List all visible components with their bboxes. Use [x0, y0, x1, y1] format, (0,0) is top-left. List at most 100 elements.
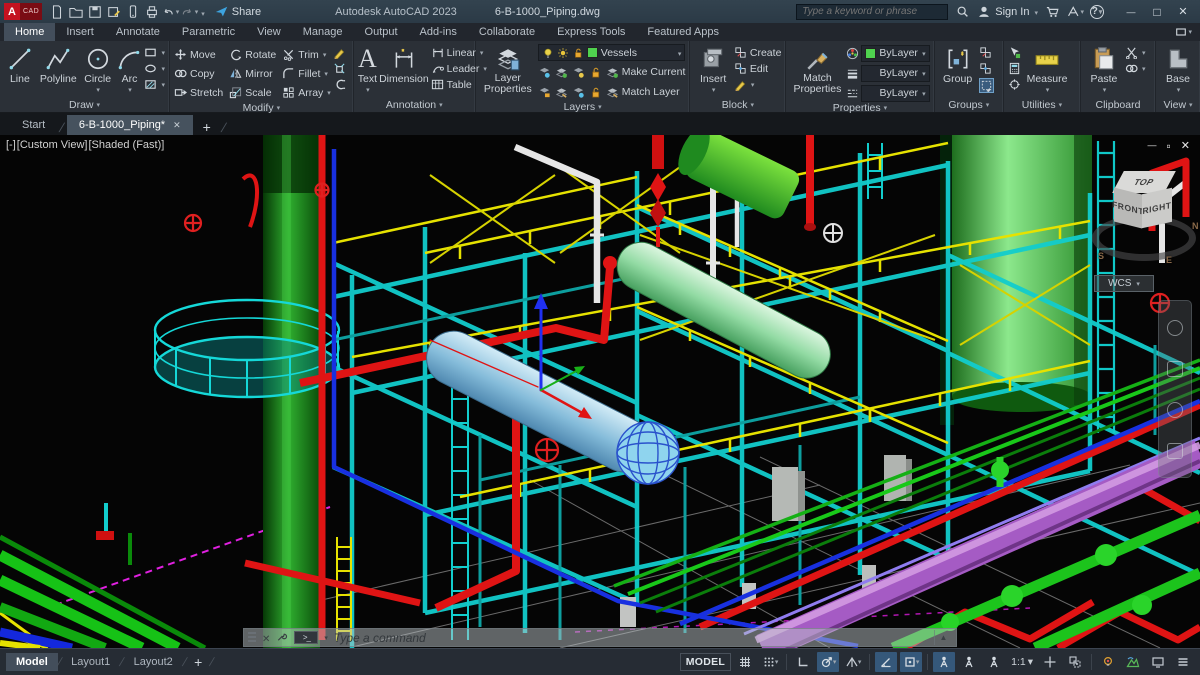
layer-lock-icon[interactable] — [589, 86, 602, 99]
paste-button[interactable]: Paste — [1085, 44, 1123, 94]
wcs-dropdown[interactable]: WCS — [1094, 275, 1154, 292]
array-button[interactable]: Array — [282, 86, 331, 99]
panel-caption-utilities[interactable]: Utilities — [1004, 98, 1080, 112]
arc-button[interactable]: Arc — [116, 44, 142, 94]
clean-screen-button[interactable] — [1147, 652, 1169, 672]
panel-caption-annotation[interactable]: Annotation — [354, 98, 475, 112]
layer-tool-icon[interactable] — [555, 66, 568, 79]
file-tab-drawing[interactable]: 6-B-1000_Piping* — [66, 115, 193, 135]
group-edit-button[interactable] — [979, 62, 994, 75]
auto-scale-toggle[interactable] — [958, 652, 980, 672]
customize-qat-button[interactable] — [200, 3, 205, 21]
rectangle-button[interactable] — [144, 46, 165, 59]
scale-button[interactable]: Scale — [229, 86, 276, 99]
drawing-close-icon[interactable] — [1181, 139, 1190, 153]
viewport-control-minus[interactable]: [-] — [6, 139, 16, 151]
customization-menu-button[interactable] — [1172, 652, 1194, 672]
measure-button[interactable]: Measure — [1023, 44, 1071, 94]
layer-dropdown[interactable]: Vessels — [537, 44, 686, 61]
quick-calculator-button[interactable] — [1008, 62, 1021, 75]
search-input[interactable] — [796, 3, 949, 20]
object-snap-toggle[interactable]: ▾ — [900, 652, 923, 672]
trim-button[interactable]: Trim — [282, 48, 331, 61]
autodesk-app-icon[interactable] — [1067, 3, 1084, 20]
layer-tool-icon[interactable] — [572, 86, 585, 99]
viewport-control-visual-style[interactable]: [Shaded (Fast)] — [89, 139, 165, 151]
layer-tool-icon[interactable] — [555, 86, 568, 99]
explode-button[interactable] — [333, 62, 346, 75]
orbit-icon[interactable] — [1167, 442, 1183, 459]
viewcube-face-front[interactable]: FRONT — [1112, 187, 1144, 229]
tab-insert[interactable]: Insert — [55, 23, 105, 41]
open-from-mobile-button[interactable] — [124, 3, 141, 20]
ribbon-display-toggle[interactable] — [1175, 23, 1200, 41]
command-grip-handle[interactable] — [248, 631, 256, 644]
ellipse-button[interactable] — [144, 62, 165, 75]
file-tab-start[interactable]: Start — [10, 115, 57, 135]
rotate-button[interactable]: Rotate — [229, 48, 276, 61]
selection-cycling-toggle[interactable] — [1064, 652, 1086, 672]
edit-block-button[interactable]: Edit — [734, 62, 782, 75]
close-tab-icon[interactable] — [173, 120, 181, 131]
polar-tracking-toggle[interactable]: ▾ — [817, 652, 840, 672]
maximize-button[interactable] — [1144, 2, 1170, 22]
panel-caption-draw[interactable]: Draw — [0, 98, 169, 112]
3d-piping-scene[interactable] — [0, 135, 1200, 648]
drawing-minimize-icon[interactable] — [1148, 139, 1157, 153]
polyline-button[interactable]: Polyline — [38, 44, 79, 85]
isolate-objects-button[interactable] — [1097, 652, 1119, 672]
tab-parametric[interactable]: Parametric — [171, 23, 246, 41]
base-view-button[interactable]: Base — [1160, 44, 1196, 94]
layer-tool-icon[interactable] — [538, 86, 551, 99]
new-drawing-tab-button[interactable] — [195, 119, 219, 135]
join-button[interactable] — [333, 78, 346, 91]
layout-tab-layout1[interactable]: Layout1 — [61, 653, 120, 671]
viewcube-face-right[interactable]: RIGHT — [1142, 187, 1172, 229]
layer-lock-icon[interactable] — [589, 66, 602, 79]
plot-button[interactable] — [143, 3, 160, 20]
sign-in-button[interactable]: Sign In — [977, 5, 1038, 19]
erase-button[interactable] — [333, 46, 346, 59]
grid-toggle[interactable] — [734, 652, 756, 672]
navigation-wheel-icon[interactable] — [1167, 319, 1183, 336]
tab-manage[interactable]: Manage — [292, 23, 354, 41]
match-properties-button[interactable]: Match Properties — [790, 44, 844, 95]
share-button[interactable]: Share — [215, 5, 261, 19]
command-input[interactable]: Type a command — [334, 631, 426, 645]
isometric-drafting-toggle[interactable]: ▾ — [842, 652, 864, 672]
minimize-button[interactable] — [1118, 2, 1144, 22]
close-button[interactable] — [1170, 2, 1196, 22]
stretch-button[interactable]: Stretch — [174, 86, 223, 99]
drawing-restore-icon[interactable] — [1167, 139, 1171, 153]
move-button[interactable]: Move — [174, 48, 223, 61]
redo-button[interactable] — [181, 3, 198, 20]
ortho-toggle[interactable] — [792, 652, 814, 672]
panel-caption-clipboard[interactable]: Clipboard — [1081, 98, 1155, 112]
tab-add-ins[interactable]: Add-ins — [409, 23, 468, 41]
app-menu-button[interactable]: A CAD — [4, 3, 43, 20]
layout-tab-model[interactable]: Model — [6, 653, 58, 671]
panel-caption-layers[interactable]: Layers — [476, 101, 690, 113]
tab-featured-apps[interactable]: Featured Apps — [636, 23, 730, 41]
create-block-button[interactable]: Create — [734, 46, 781, 59]
open-button[interactable] — [67, 3, 84, 20]
circle-button[interactable]: Circle — [81, 44, 115, 94]
drawing-area[interactable]: [-] [Custom View] [Shaded (Fast)] TOP FR… — [0, 135, 1200, 648]
tab-express-tools[interactable]: Express Tools — [546, 23, 636, 41]
undo-button[interactable] — [162, 3, 179, 20]
viewport-control-view[interactable]: [Custom View] — [17, 139, 88, 151]
snap-toggle[interactable]: ▾ — [759, 652, 781, 672]
layer-properties-button[interactable]: Layer Properties — [480, 44, 536, 95]
hatch-button[interactable] — [144, 78, 165, 91]
insert-block-button[interactable]: Insert — [694, 44, 731, 94]
panel-caption-groups[interactable]: Groups — [935, 98, 1003, 112]
group-button[interactable]: Group — [939, 44, 977, 85]
model-space-toggle[interactable]: MODEL — [679, 653, 732, 671]
navigation-bar[interactable] — [1158, 300, 1192, 478]
help-icon[interactable] — [1090, 4, 1104, 19]
tab-output[interactable]: Output — [354, 23, 409, 41]
compass-north[interactable]: N — [1192, 221, 1199, 231]
linetype-dropdown[interactable]: ByLayer — [861, 84, 930, 102]
annotation-visibility-toggle[interactable] — [933, 652, 956, 672]
lineweight-dropdown[interactable]: ByLayer — [861, 64, 930, 82]
